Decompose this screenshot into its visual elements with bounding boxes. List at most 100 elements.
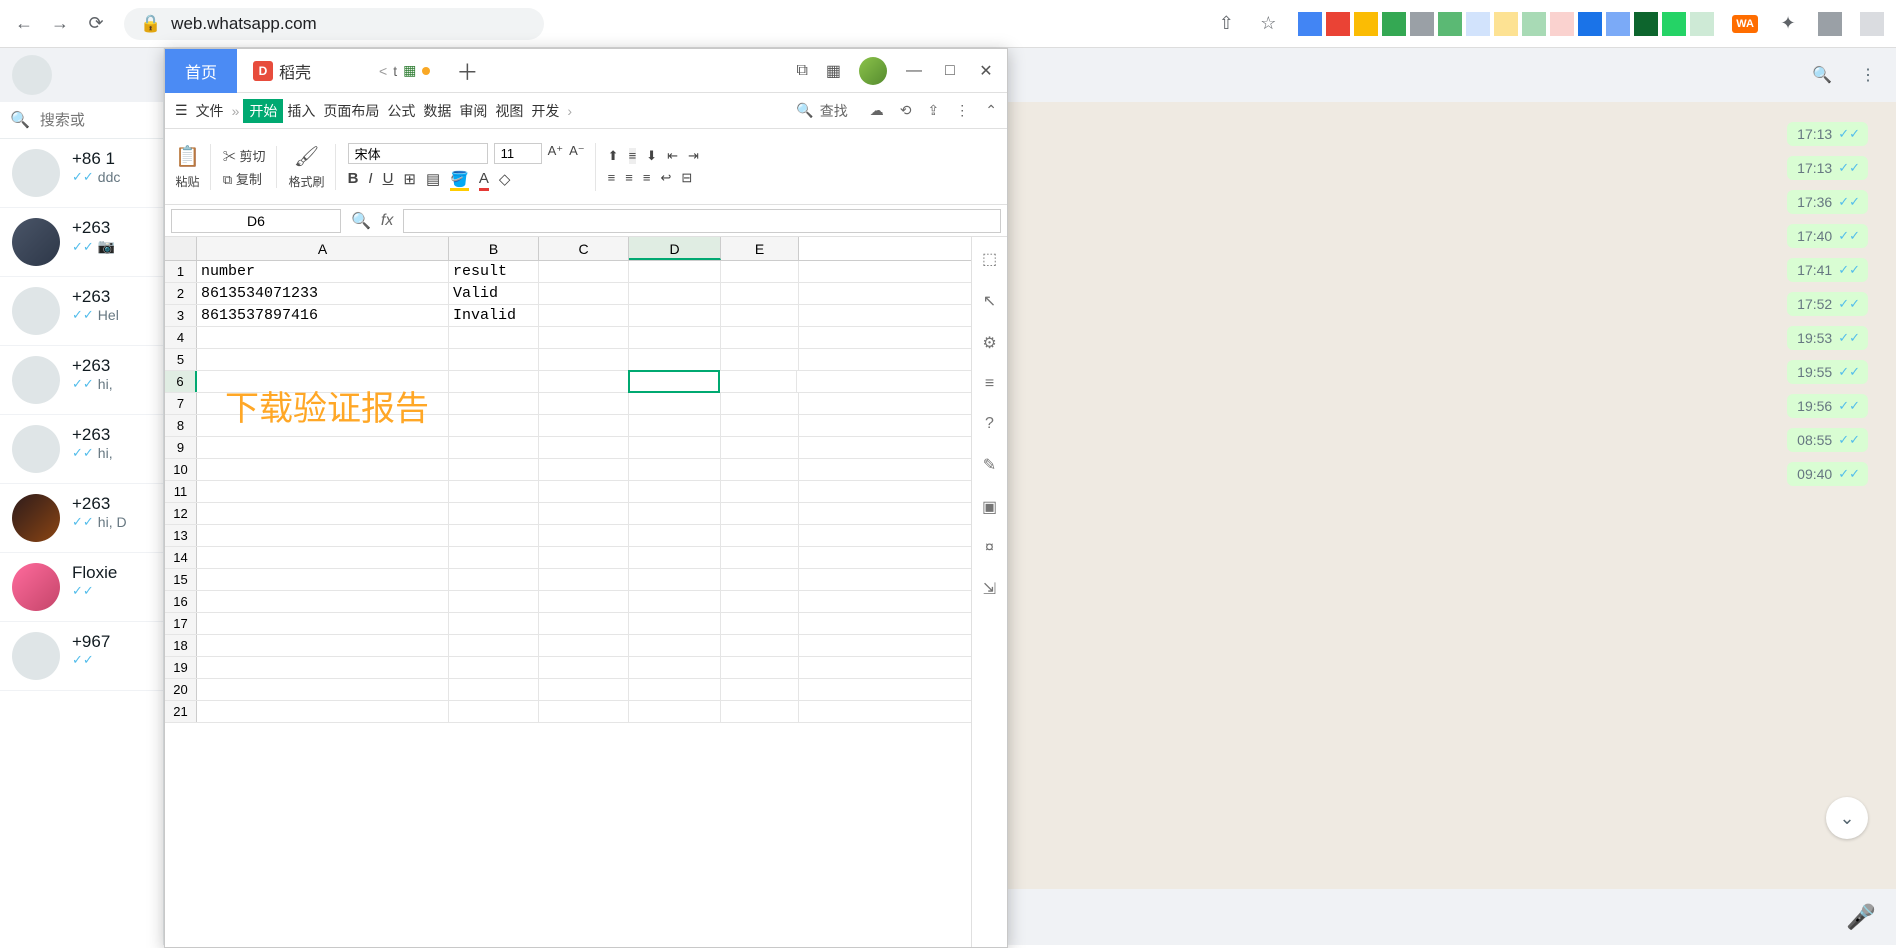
cell[interactable] — [449, 327, 539, 348]
font-family-select[interactable] — [348, 143, 488, 164]
cell[interactable] — [449, 437, 539, 458]
decrease-font-icon[interactable]: A⁻ — [569, 143, 585, 164]
cell[interactable] — [197, 547, 449, 568]
row-header[interactable]: 19 — [165, 657, 197, 678]
wrap-text-button[interactable]: ↩ — [660, 170, 671, 186]
profile-icon[interactable] — [1818, 12, 1842, 36]
wps-menu-item[interactable]: 公式 — [383, 99, 419, 123]
cell[interactable] — [197, 327, 449, 348]
cell[interactable]: 8613534071233 — [197, 283, 449, 304]
cell[interactable] — [449, 679, 539, 700]
chat-message-bubble[interactable]: 19:53✓✓ — [1787, 326, 1868, 350]
align-center-button[interactable]: ≡ — [625, 170, 633, 186]
cell[interactable] — [197, 591, 449, 612]
column-header[interactable]: D — [629, 237, 721, 260]
cloud-icon[interactable]: ☁ — [870, 102, 884, 119]
row-header[interactable]: 6 — [165, 371, 197, 392]
row-header[interactable]: 7 — [165, 393, 197, 414]
row-header[interactable]: 10 — [165, 459, 197, 480]
cell[interactable] — [721, 459, 799, 480]
cell[interactable] — [197, 569, 449, 590]
layout-icon-2[interactable]: ▦ — [826, 61, 841, 81]
row-header[interactable]: 8 — [165, 415, 197, 436]
cell[interactable] — [539, 613, 629, 634]
sync-icon[interactable]: ⟲ — [900, 102, 912, 119]
cell[interactable] — [721, 525, 799, 546]
wa-extension-icon[interactable]: WA — [1732, 15, 1758, 33]
side-currency-icon[interactable]: ¤ — [985, 539, 994, 557]
wa-contact-item[interactable]: +263 ✓✓ Hel — [0, 277, 163, 346]
side-help-icon[interactable]: ? — [985, 415, 994, 433]
cell[interactable] — [721, 415, 799, 436]
borders-button[interactable]: ⊞ — [403, 170, 416, 191]
column-header[interactable]: C — [539, 237, 629, 260]
fx-icon[interactable]: fx — [381, 212, 393, 230]
more-icon[interactable]: ⋮ — [955, 102, 969, 119]
row-header[interactable]: 5 — [165, 349, 197, 370]
row-header[interactable]: 17 — [165, 613, 197, 634]
cell[interactable] — [539, 481, 629, 502]
cell[interactable] — [629, 547, 721, 568]
back-button[interactable]: ← — [12, 12, 36, 36]
chat-message-bubble[interactable]: 17:36✓✓ — [1787, 190, 1868, 214]
wa-contact-item[interactable]: +967 ✓✓ — [0, 622, 163, 691]
align-right-button[interactable]: ≡ — [643, 170, 651, 186]
cell[interactable] — [539, 305, 629, 326]
cell[interactable] — [197, 459, 449, 480]
cell[interactable] — [628, 370, 720, 393]
cell[interactable] — [629, 591, 721, 612]
cell[interactable] — [539, 525, 629, 546]
cell[interactable] — [721, 657, 799, 678]
cell[interactable] — [197, 481, 449, 502]
cell[interactable] — [197, 525, 449, 546]
wa-contact-item[interactable]: +263 ✓✓ hi, — [0, 415, 163, 484]
format-painter-icon[interactable]: 🖌 — [294, 144, 319, 169]
wa-search-input[interactable] — [40, 112, 120, 129]
cell[interactable] — [721, 547, 799, 568]
cell[interactable] — [197, 613, 449, 634]
cell[interactable] — [721, 503, 799, 524]
cell[interactable] — [629, 459, 721, 480]
font-size-select[interactable] — [494, 143, 542, 164]
cell[interactable] — [629, 657, 721, 678]
cut-button[interactable]: ✂ 剪切 — [223, 146, 266, 165]
close-window-button[interactable]: ✕ — [977, 62, 995, 80]
search-icon[interactable]: 🔍 — [1812, 65, 1832, 85]
cell[interactable] — [539, 679, 629, 700]
cell[interactable]: Valid — [449, 283, 539, 304]
cell[interactable]: result — [449, 261, 539, 282]
side-select-icon[interactable]: ⬚ — [982, 249, 997, 269]
cell[interactable] — [449, 525, 539, 546]
row-header[interactable]: 3 — [165, 305, 197, 326]
name-box[interactable] — [171, 209, 341, 233]
wa-contact-item[interactable]: +263 ✓✓📷 — [0, 208, 163, 277]
cell[interactable] — [629, 525, 721, 546]
merge-cells-button[interactable]: ⊟ — [681, 170, 692, 186]
cell[interactable] — [539, 415, 629, 436]
cell[interactable] — [721, 569, 799, 590]
overflow-icon[interactable] — [1860, 12, 1884, 36]
zoom-icon[interactable]: 🔍 — [351, 211, 371, 231]
reload-button[interactable]: ⟳ — [84, 12, 108, 36]
column-header[interactable]: A — [197, 237, 449, 260]
cell[interactable] — [721, 481, 799, 502]
chat-message-bubble[interactable]: 19:55✓✓ — [1787, 360, 1868, 384]
cell[interactable] — [449, 349, 539, 370]
cell[interactable] — [629, 349, 721, 370]
row-header[interactable]: 20 — [165, 679, 197, 700]
cell[interactable] — [449, 547, 539, 568]
cell[interactable]: Invalid — [449, 305, 539, 326]
cell[interactable] — [629, 503, 721, 524]
cell[interactable] — [721, 635, 799, 656]
indent-left-button[interactable]: ⇤ — [667, 148, 678, 164]
row-header[interactable]: 4 — [165, 327, 197, 348]
cell[interactable] — [721, 701, 799, 722]
cell[interactable]: 8613537897416 — [197, 305, 449, 326]
cell[interactable] — [721, 261, 799, 282]
wps-menu-item[interactable]: 开发 — [527, 99, 563, 123]
address-bar[interactable]: 🔒 web.whatsapp.com — [124, 8, 544, 40]
bold-button[interactable]: B — [348, 170, 359, 191]
cell[interactable] — [449, 415, 539, 436]
hamburger-icon[interactable]: ☰ — [175, 102, 188, 119]
cell[interactable] — [449, 701, 539, 722]
